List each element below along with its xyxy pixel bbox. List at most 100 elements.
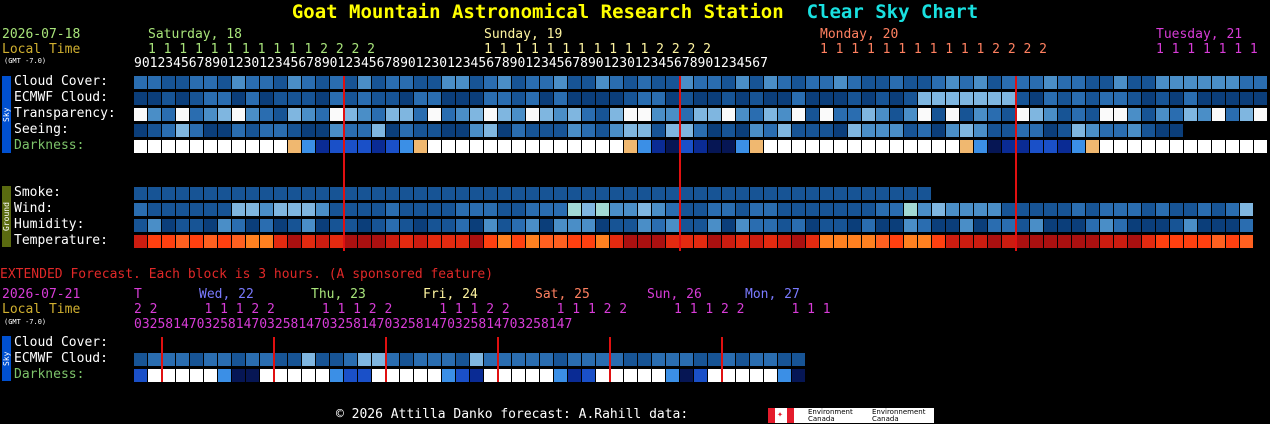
- forecast-cell: [624, 76, 637, 89]
- forecast-cell: [330, 124, 343, 137]
- forecast-cell: [190, 353, 203, 366]
- forecast-cell: [1100, 219, 1113, 232]
- forecast-cell: [540, 369, 553, 382]
- forecast-cell: [232, 353, 245, 366]
- forecast-cell: [750, 203, 763, 216]
- local-time-label: Local Time: [2, 42, 81, 57]
- forecast-cell: [1044, 140, 1057, 153]
- forecast-cell: [722, 369, 735, 382]
- forecast-cell: [484, 92, 497, 105]
- forecast-cell: [750, 108, 763, 121]
- forecast-cell: [148, 108, 161, 121]
- forecast-cell: [988, 92, 1001, 105]
- sky-row-label: ECMWF Cloud:: [14, 90, 108, 105]
- forecast-cell: [218, 369, 231, 382]
- forecast-cell: [1240, 108, 1253, 121]
- forecast-cell: [568, 92, 581, 105]
- forecast-cell: [736, 108, 749, 121]
- forecast-cell: [512, 235, 525, 248]
- forecast-cell: [470, 108, 483, 121]
- forecast-cell: [1156, 124, 1169, 137]
- forecast-cell: [1100, 203, 1113, 216]
- forecast-cell: [652, 92, 665, 105]
- forecast-cell: [456, 219, 469, 232]
- forecast-cell: [134, 203, 147, 216]
- forecast-cell: [442, 219, 455, 232]
- forecast-cell: [414, 92, 427, 105]
- forecast-cell: [498, 124, 511, 137]
- forecast-cell: [148, 140, 161, 153]
- forecast-cell: [974, 203, 987, 216]
- forecast-cell: [554, 76, 567, 89]
- forecast-cell: [330, 76, 343, 89]
- ground-side-bar: Ground: [2, 186, 11, 247]
- forecast-cell: [554, 235, 567, 248]
- forecast-cell: [1058, 219, 1071, 232]
- forecast-cell: [1086, 235, 1099, 248]
- forecast-cell: [1114, 92, 1127, 105]
- forecast-cell: [134, 219, 147, 232]
- forecast-cell: [1030, 235, 1043, 248]
- forecast-cell: [946, 235, 959, 248]
- sky-side-bar: Sky: [2, 76, 11, 153]
- forecast-cell: [1226, 76, 1239, 89]
- forecast-cell: [834, 92, 847, 105]
- forecast-cell: [1016, 108, 1029, 121]
- forecast-cell: [568, 108, 581, 121]
- forecast-cell: [708, 353, 721, 366]
- forecast-cell: [456, 92, 469, 105]
- forecast-cell: [1240, 235, 1253, 248]
- forecast-cell: [680, 108, 693, 121]
- forecast-cell: [890, 92, 903, 105]
- forecast-cell: [1184, 92, 1197, 105]
- environment-canada-logo[interactable]: ✦ Environment Canada Environnement Canad…: [768, 408, 934, 423]
- forecast-cell: [582, 187, 595, 200]
- forecast-cell: [596, 219, 609, 232]
- forecast-cell: [974, 108, 987, 121]
- forecast-cell: [274, 124, 287, 137]
- forecast-cell: [1114, 140, 1127, 153]
- extended-day-label: Thu, 23: [311, 287, 366, 302]
- extended-row-label: Darkness:: [14, 367, 85, 382]
- forecast-cell: [834, 76, 847, 89]
- forecast-cell: [400, 235, 413, 248]
- extended-row-label: Cloud Cover:: [14, 335, 108, 350]
- forecast-cell: [890, 76, 903, 89]
- forecast-cell: [1198, 235, 1211, 248]
- forecast-cell: [862, 108, 875, 121]
- humidity-row: [134, 219, 1254, 232]
- forecast-cell: [918, 76, 931, 89]
- forecast-cell: [1016, 203, 1029, 216]
- forecast-cell: [232, 76, 245, 89]
- forecast-cell: [428, 203, 441, 216]
- forecast-cell: [638, 353, 651, 366]
- forecast-cell: [1128, 124, 1141, 137]
- forecast-cell: [666, 92, 679, 105]
- forecast-cell: [316, 76, 329, 89]
- forecast-cell: [148, 76, 161, 89]
- forecast-cell: [246, 353, 259, 366]
- forecast-cell: [694, 353, 707, 366]
- forecast-cell: [526, 124, 539, 137]
- forecast-cell: [330, 219, 343, 232]
- forecast-cell: [792, 140, 805, 153]
- forecast-cell: [596, 203, 609, 216]
- forecast-cell: [1044, 92, 1057, 105]
- forecast-cell: [274, 140, 287, 153]
- forecast-cell: [190, 187, 203, 200]
- forecast-cell: [610, 369, 623, 382]
- forecast-cell: [442, 353, 455, 366]
- forecast-cell: [624, 140, 637, 153]
- forecast-cell: [680, 203, 693, 216]
- forecast-cell: [498, 235, 511, 248]
- forecast-cell: [1156, 108, 1169, 121]
- ground-side-label: Ground: [2, 202, 11, 231]
- forecast-cell: [526, 235, 539, 248]
- forecast-cell: [568, 219, 581, 232]
- forecast-cell: [862, 187, 875, 200]
- forecast-cell: [722, 203, 735, 216]
- forecast-cell: [652, 140, 665, 153]
- forecast-cell: [540, 187, 553, 200]
- forecast-cell: [736, 124, 749, 137]
- forecast-cell: [876, 140, 889, 153]
